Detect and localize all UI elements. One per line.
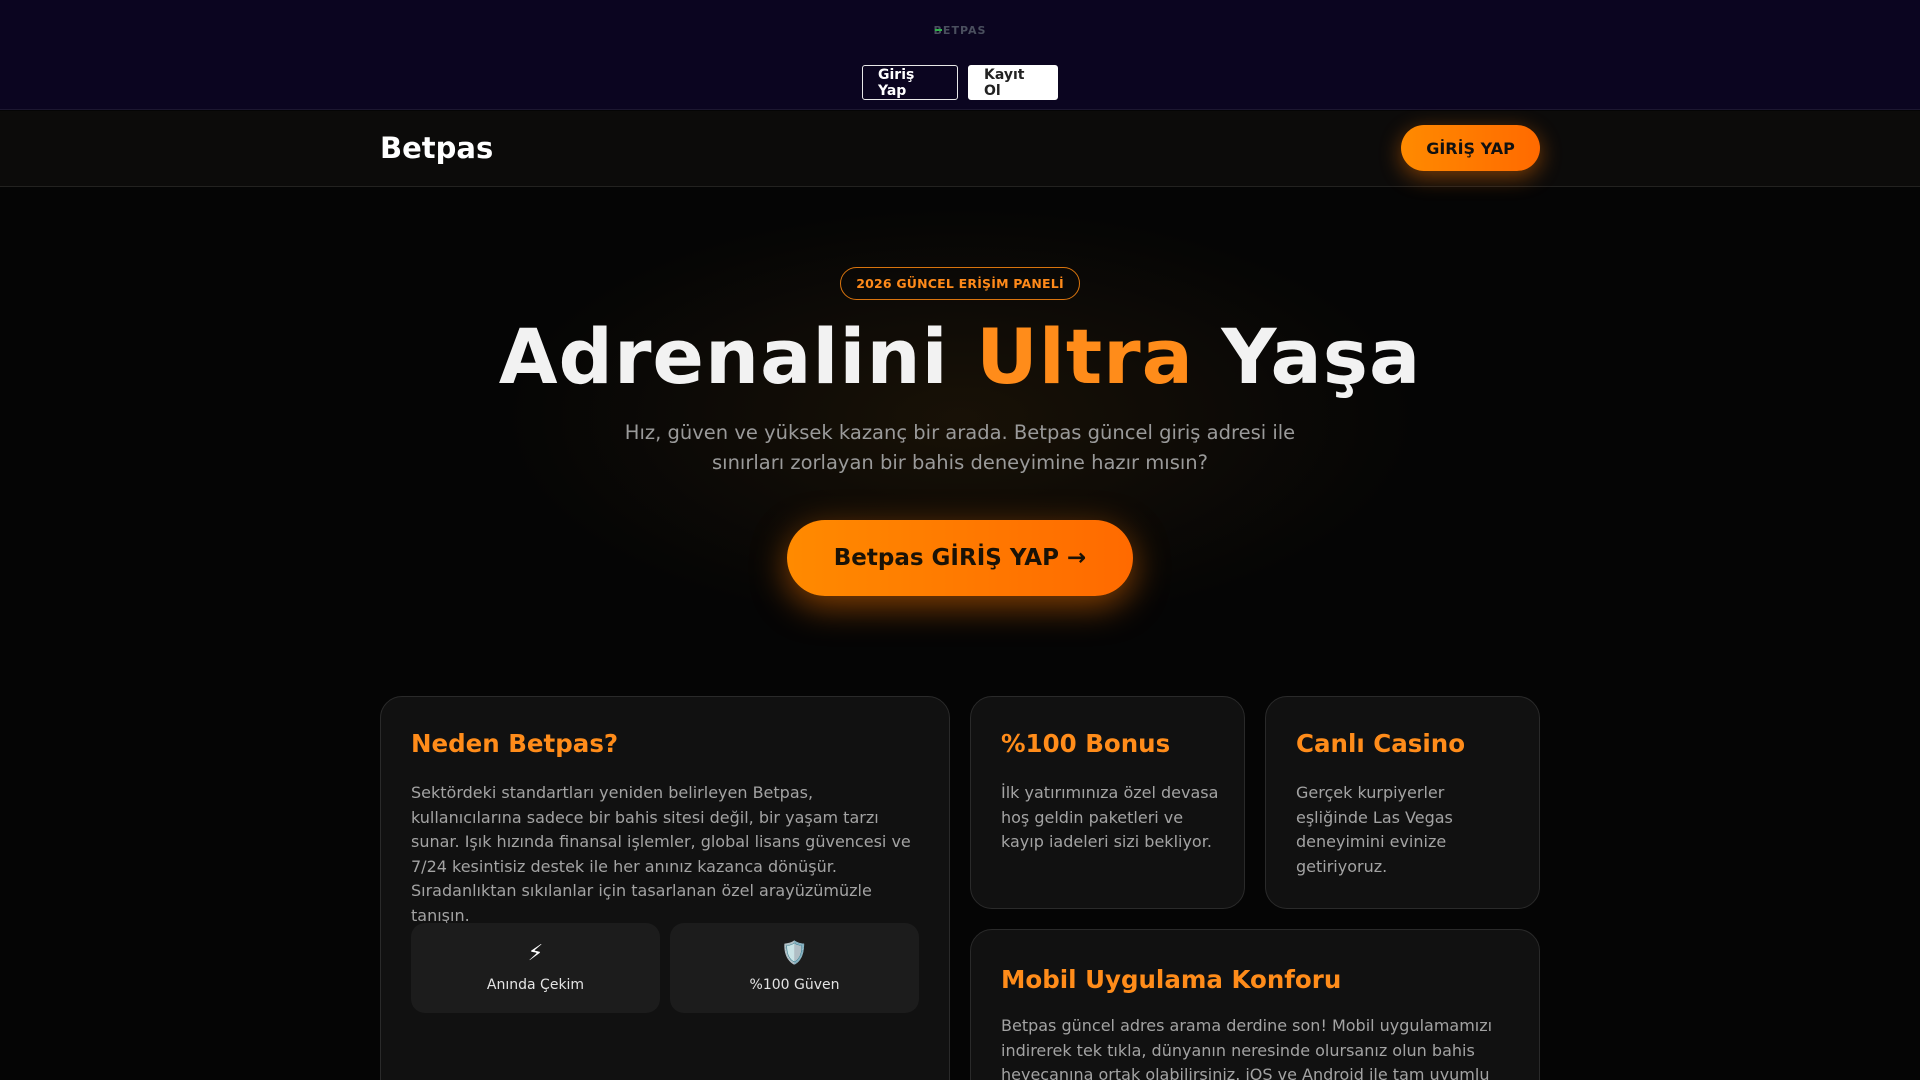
top-bar: BETPAS Giriş Yap Kayıt Ol bbox=[0, 0, 1920, 110]
bonus-card-title: %100 Bonus bbox=[1001, 729, 1171, 758]
betpas-logo-icon: BETPAS bbox=[934, 24, 986, 37]
lightning-icon: ⚡ bbox=[527, 941, 544, 966]
why-card-title: Neden Betpas? bbox=[411, 729, 619, 758]
shield-icon: 🛡️ bbox=[780, 941, 809, 966]
casino-card-text: Gerçek kurpiyerler eşliğinde Las Vegas d… bbox=[1296, 783, 1453, 876]
hero-login-button[interactable]: Betpas GİRİŞ YAP → bbox=[787, 520, 1133, 596]
why-card-text: Sektördeki standartları yeniden belirley… bbox=[411, 783, 911, 925]
top-auth-buttons: Giriş Yap Kayıt Ol bbox=[0, 65, 1920, 100]
hero-title-part2: Yaşa bbox=[1193, 312, 1422, 401]
feature-trust: 🛡️ %100 Güven bbox=[670, 923, 919, 1013]
nav-login-button[interactable]: GİRİŞ YAP bbox=[1401, 125, 1540, 171]
feature-label: %100 Güven bbox=[749, 977, 840, 993]
mobile-app-card: Mobil Uygulama Konforu Betpas güncel adr… bbox=[970, 929, 1540, 1080]
feature-label: Anında Çekim bbox=[486, 977, 585, 993]
casino-card: Canlı Casino Gerçek kurpiyerler eşliğind… bbox=[1265, 696, 1540, 909]
hero-title-part1: Adrenalini bbox=[498, 312, 977, 401]
main-navbar: Betpas GİRİŞ YAP bbox=[0, 111, 1920, 187]
hero-subtitle: Hız, güven ve yüksek kazanç bir arada. B… bbox=[624, 421, 1296, 474]
bonus-card: %100 Bonus İlk yatırımınıza özel devasa … bbox=[970, 696, 1245, 909]
mobile-card-title: Mobil Uygulama Konforu bbox=[1001, 965, 1342, 994]
hero-title: Adrenalini Ultra Yaşa bbox=[0, 312, 1920, 401]
hero-badge: 2026 GÜNCEL ERİŞİM PANELİ bbox=[840, 267, 1080, 300]
betpas-logo[interactable]: BETPAS bbox=[924, 23, 996, 37]
top-register-button[interactable]: Kayıt Ol bbox=[968, 65, 1058, 100]
why-card: Neden Betpas? Sektördeki standartları ye… bbox=[380, 696, 950, 1080]
hero-title-accent: Ultra bbox=[976, 312, 1194, 401]
casino-card-title: Canlı Casino bbox=[1296, 729, 1466, 758]
brand-name[interactable]: Betpas bbox=[380, 131, 493, 165]
bonus-card-text: İlk yatırımınıza özel devasa hoş geldin … bbox=[1001, 783, 1219, 851]
top-login-button[interactable]: Giriş Yap bbox=[862, 65, 958, 100]
mobile-card-text: Betpas güncel adres arama derdine son! M… bbox=[1001, 1016, 1493, 1080]
feature-instant-withdrawal: ⚡ Anında Çekim bbox=[411, 923, 660, 1013]
